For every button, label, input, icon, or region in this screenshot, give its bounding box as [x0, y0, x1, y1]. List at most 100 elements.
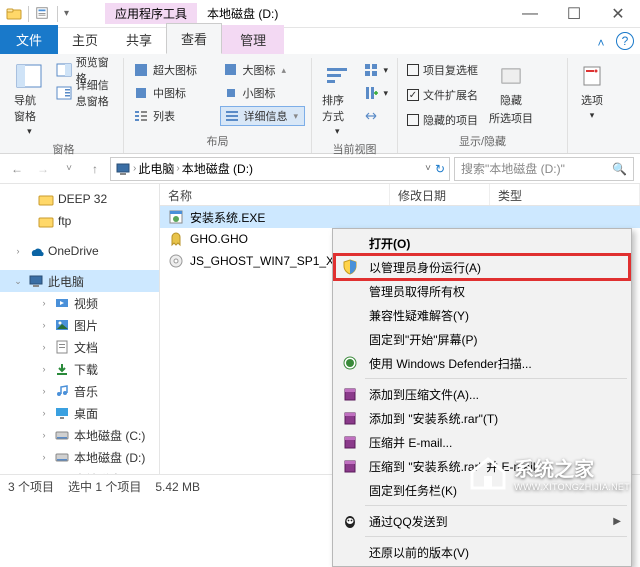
l-icons-button[interactable]: 大图标▴	[220, 60, 306, 80]
list-header[interactable]: 名称 修改日期 类型	[160, 184, 640, 206]
xl-icons-button[interactable]: 超大图标	[130, 60, 216, 80]
minimize-button[interactable]: —	[508, 0, 552, 28]
ctx-add-rar[interactable]: 添加到 "安装系统.rar"(T)	[335, 406, 629, 430]
column-name[interactable]: 名称	[160, 184, 390, 205]
chevron-right-icon[interactable]: ›	[133, 163, 136, 174]
tree-item[interactable]: ›音乐	[0, 380, 159, 402]
tab-manage[interactable]: 管理	[222, 25, 284, 54]
ctx-defender-scan[interactable]: 使用 Windows Defender扫描...	[335, 351, 629, 375]
tab-file[interactable]: 文件	[0, 25, 58, 54]
ctx-admin-ownership[interactable]: 管理员取得所有权	[335, 279, 629, 303]
list-button[interactable]: 列表	[130, 106, 216, 126]
navigation-tree[interactable]: DEEP 32 ftp ›OneDrive ⌄此电脑 ›视频 ›图片 ›文档 ›…	[0, 184, 160, 474]
file-ext-toggle[interactable]: ✓文件扩展名	[404, 85, 481, 105]
breadcrumb-drive[interactable]: 本地磁盘 (D:)	[182, 160, 253, 177]
context-menu: 打开(O) 以管理员身份运行(A) 管理员取得所有权 兼容性疑难解答(Y) 固定…	[332, 228, 632, 567]
properties-icon[interactable]	[35, 6, 51, 22]
l-icons-icon	[223, 62, 239, 78]
status-selected: 选中 1 个项目	[68, 478, 141, 495]
close-button[interactable]: ✕	[596, 0, 640, 28]
breadcrumb[interactable]: › 此电脑 › 本地磁盘 (D:) ˅ ↻	[110, 157, 450, 181]
tab-share[interactable]: 共享	[112, 25, 166, 54]
tree-item[interactable]: ›视频	[0, 292, 159, 314]
detail-pane-button[interactable]: 详细信息窗格	[53, 83, 117, 103]
contextual-tools-label: 应用程序工具	[105, 3, 197, 24]
detail-pane-icon	[56, 85, 72, 101]
watermark: 系统之家 WWW.XITONGZHIJIA.NET	[468, 453, 630, 492]
maximize-button[interactable]: ☐	[552, 0, 596, 28]
checkbox-unchecked-icon	[407, 114, 419, 126]
search-input[interactable]: 搜索"本地磁盘 (D:)" 🔍	[454, 157, 634, 181]
pc-icon	[115, 161, 131, 177]
ctx-open[interactable]: 打开(O)	[335, 231, 629, 255]
tree-item[interactable]: ›桌面	[0, 402, 159, 424]
ribbon-collapse-button[interactable]: ˄	[590, 32, 612, 54]
video-icon	[54, 295, 70, 311]
nav-pane-button[interactable]: 导航窗格 ▾	[10, 60, 49, 139]
pc-icon	[28, 273, 44, 289]
exe-icon	[168, 209, 184, 225]
rar-icon	[339, 432, 361, 452]
hide-icon	[497, 62, 525, 90]
nav-pane-icon	[15, 62, 43, 90]
forward-button[interactable]: →	[32, 158, 54, 180]
hide-selected-button[interactable]: 隐藏 所选项目	[485, 60, 537, 128]
column-date[interactable]: 修改日期	[390, 184, 490, 205]
ribbon-help-button[interactable]: ?	[616, 32, 634, 50]
item-checkboxes-toggle[interactable]: 项目复选框	[404, 60, 481, 80]
breadcrumb-dropdown[interactable]: ˅	[421, 163, 435, 174]
ctx-troubleshoot[interactable]: 兼容性疑难解答(Y)	[335, 303, 629, 327]
titlebar: ▾ 应用程序工具 本地磁盘 (D:) — ☐ ✕	[0, 0, 640, 28]
add-columns-icon[interactable]: ▾	[360, 83, 391, 103]
tree-item[interactable]: ›本地磁盘 (D:)	[0, 446, 159, 468]
ctx-qq-send[interactable]: 通过QQ发送到▶	[335, 509, 629, 533]
ctx-restore-prev[interactable]: 还原以前的版本(V)	[335, 540, 629, 564]
ctx-pin-start[interactable]: 固定到"开始"屏幕(P)	[335, 327, 629, 351]
watermark-text: 系统之家	[514, 453, 630, 482]
ctx-run-as-admin[interactable]: 以管理员身份运行(A)	[335, 255, 629, 279]
s-icons-button[interactable]: 小图标	[220, 83, 306, 103]
details-button[interactable]: 详细信息▾	[220, 106, 306, 126]
iso-icon	[168, 253, 184, 269]
overflow-icon: ▾	[294, 111, 299, 122]
tree-item-this-pc[interactable]: ⌄此电脑	[0, 270, 159, 292]
documents-icon	[54, 339, 70, 355]
tree-item[interactable]: ftp	[0, 210, 159, 232]
tree-item[interactable]: ›本地磁盘 (E:)	[0, 468, 159, 474]
preview-pane-icon	[56, 62, 72, 78]
tree-item[interactable]: ›下载	[0, 358, 159, 380]
window-controls: — ☐ ✕	[508, 0, 640, 28]
tree-item[interactable]: ›图片	[0, 314, 159, 336]
status-size: 5.42 MB	[155, 480, 200, 494]
ribbon-group-show-hide: 项目复选框 ✓文件扩展名 隐藏的项目 隐藏 所选项目 显示/隐藏	[398, 58, 568, 153]
gho-icon	[168, 231, 184, 247]
chevron-right-icon[interactable]: ›	[176, 163, 179, 174]
qat-dropdown-icon[interactable]: ▾	[64, 8, 69, 19]
options-button[interactable]: 选项 ▾	[574, 60, 610, 123]
group-by-icon[interactable]: ▾	[360, 60, 391, 80]
m-icons-button[interactable]: 中图标	[130, 83, 216, 103]
hidden-items-toggle[interactable]: 隐藏的项目	[404, 110, 481, 130]
status-count: 3 个项目	[8, 478, 54, 495]
tree-item[interactable]: ›文档	[0, 336, 159, 358]
sort-by-button[interactable]: 排序方式 ▾	[318, 60, 356, 139]
list-row[interactable]: 安装系统.EXE	[160, 206, 640, 228]
up-button[interactable]: ↑	[84, 158, 106, 180]
checkbox-unchecked-icon	[407, 64, 419, 76]
recent-dropdown[interactable]: ˅	[58, 158, 80, 180]
drive-icon	[54, 471, 70, 474]
breadcrumb-pc[interactable]: 此电脑	[138, 160, 174, 177]
ctx-add-archive[interactable]: 添加到压缩文件(A)...	[335, 382, 629, 406]
tab-home[interactable]: 主页	[58, 25, 112, 54]
tree-item[interactable]: DEEP 32	[0, 188, 159, 210]
sort-icon	[323, 62, 351, 90]
refresh-button[interactable]: ↻	[435, 162, 445, 176]
column-type[interactable]: 类型	[490, 184, 640, 205]
tree-item-onedrive[interactable]: ›OneDrive	[0, 240, 159, 262]
back-button[interactable]: ←	[6, 158, 28, 180]
tree-item[interactable]: ›本地磁盘 (C:)	[0, 424, 159, 446]
ctx-email[interactable]: 压缩并 E-mail...	[335, 430, 629, 454]
size-columns-icon[interactable]	[360, 106, 391, 126]
tab-view[interactable]: 查看	[166, 23, 222, 54]
folder-icon	[38, 191, 54, 207]
